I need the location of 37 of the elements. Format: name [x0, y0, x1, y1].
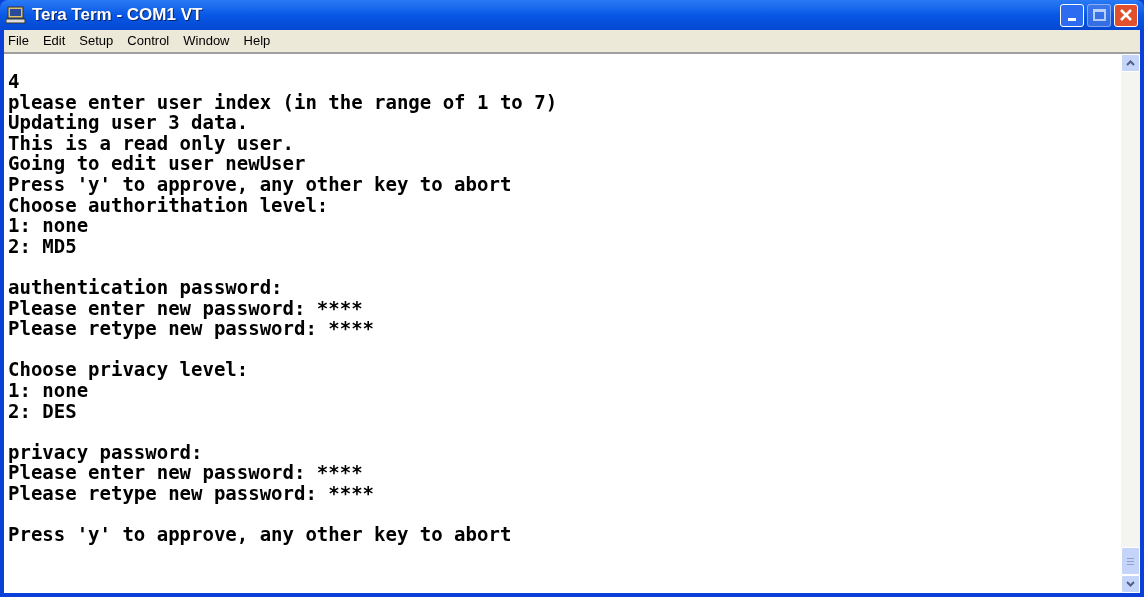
menu-item[interactable]: Edit [42, 31, 66, 51]
terminal-line: Please retype new password: **** [8, 482, 376, 504]
terminal-line: 1: none [8, 379, 89, 401]
scroll-down-button[interactable] [1121, 575, 1140, 593]
terminal-line: please enter user index (in the range of 1 to 7) [8, 91, 559, 113]
maximize-button[interactable] [1087, 3, 1111, 27]
chevron-up-icon [1126, 60, 1135, 66]
menu-item[interactable]: Help [243, 31, 271, 51]
terminal-line: This is a read only user. [8, 132, 295, 154]
terminal-icon [6, 6, 26, 24]
terminal-line: 2: DES [8, 400, 78, 422]
terminal-line: authentication password: [8, 276, 284, 298]
terminal-line: Choose authorithation level: [8, 194, 330, 216]
window-title: Tera Term - COM1 VT [32, 4, 203, 27]
close-icon [1119, 8, 1133, 22]
minimize-button[interactable] [1060, 3, 1084, 27]
menu-item[interactable]: Control [127, 31, 170, 51]
terminal-line: Please retype new password: **** [8, 318, 376, 339]
menu-item[interactable]: Setup [79, 31, 114, 51]
terminal-line: Please enter new password: **** [8, 462, 364, 483]
close-button[interactable] [1114, 3, 1138, 27]
terminal-line: Choose privacy level: [8, 359, 250, 380]
terminal-line: 4 [8, 71, 21, 92]
menu-item[interactable]: File [8, 31, 29, 51]
terminal-line: Updating user 3 data. [8, 112, 250, 133]
terminal-line: Going to edit user newUser [8, 153, 306, 174]
terminal-line: 2: MD5 [8, 235, 78, 257]
scroll-thumb[interactable] [1121, 547, 1140, 575]
scrollbar[interactable] [1121, 54, 1140, 593]
chevron-down-icon [1126, 581, 1135, 587]
menu-item[interactable]: Window [183, 31, 230, 51]
terminal-line: privacy password: [8, 441, 204, 463]
terminal-line: 1: none [8, 215, 90, 236]
terminal-line: Please enter new password: **** [8, 297, 364, 319]
terminal-line: Press 'y' to approve, any other key to abort [8, 524, 513, 545]
terminal-line: Press 'y' to approve, any other key to abort [8, 173, 513, 195]
scroll-up-button[interactable] [1121, 54, 1140, 72]
